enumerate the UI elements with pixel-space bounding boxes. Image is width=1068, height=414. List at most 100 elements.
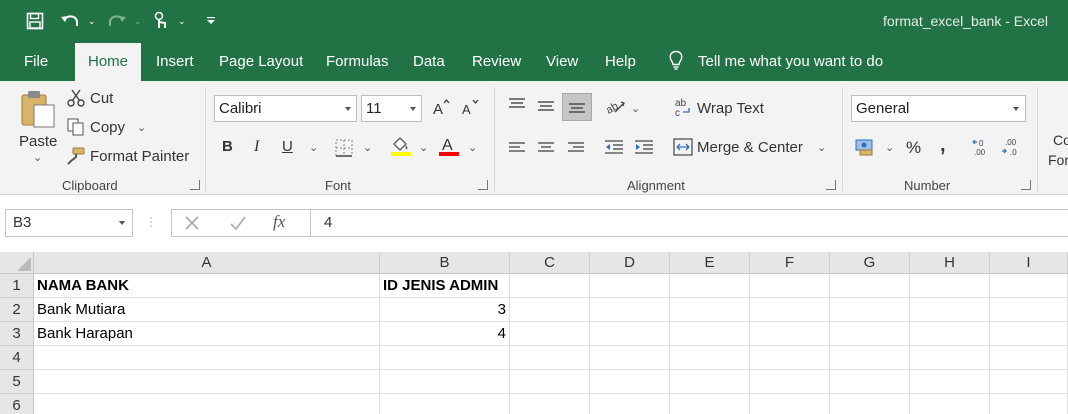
- cell-i2[interactable]: [990, 298, 1068, 322]
- formula-bar-grip-icon[interactable]: · · ·: [149, 211, 153, 231]
- underline-button[interactable]: U: [282, 138, 293, 155]
- cell-h4[interactable]: [910, 346, 990, 370]
- increase-font-size-icon[interactable]: A: [432, 98, 450, 121]
- name-box[interactable]: B3: [5, 209, 133, 237]
- tell-me-box[interactable]: Tell me what you want to do: [668, 42, 883, 81]
- copy-dropdown-icon[interactable]: ⌄: [137, 121, 146, 134]
- undo-dropdown-icon[interactable]: ⌄: [88, 0, 96, 42]
- conditional-formatting-label-partial[interactable]: Co: [1053, 132, 1068, 148]
- cell-a2[interactable]: Bank Mutiara: [34, 298, 380, 322]
- accounting-dropdown-icon[interactable]: ⌄: [885, 141, 894, 154]
- bold-button[interactable]: B: [222, 138, 233, 155]
- cell-c4[interactable]: [510, 346, 590, 370]
- column-header-a[interactable]: A: [34, 252, 380, 274]
- comma-style-button[interactable]: ,: [940, 134, 946, 157]
- number-format-dropdown-icon[interactable]: [1013, 107, 1019, 111]
- name-box-dropdown-icon[interactable]: [119, 221, 125, 225]
- cell-h5[interactable]: [910, 370, 990, 394]
- cell-i6[interactable]: [990, 394, 1068, 414]
- cell-a4[interactable]: [34, 346, 380, 370]
- insert-function-button[interactable]: fx: [273, 212, 285, 232]
- row-header-1[interactable]: 1: [0, 274, 34, 298]
- cell-f2[interactable]: [750, 298, 830, 322]
- cell-c6[interactable]: [510, 394, 590, 414]
- cell-f1[interactable]: [750, 274, 830, 298]
- orientation-dropdown-icon[interactable]: ⌄: [631, 102, 640, 115]
- font-color-icon[interactable]: A: [438, 135, 460, 162]
- cut-button[interactable]: Cut: [90, 90, 113, 107]
- cell-g5[interactable]: [830, 370, 910, 394]
- row-header-6[interactable]: 6: [0, 394, 34, 414]
- cell-i4[interactable]: [990, 346, 1068, 370]
- decrease-font-size-icon[interactable]: A: [461, 98, 479, 121]
- merge-center-button[interactable]: Merge & Center: [697, 139, 803, 156]
- cell-d6[interactable]: [590, 394, 670, 414]
- align-bottom-button[interactable]: [562, 93, 592, 121]
- fill-color-dropdown-icon[interactable]: ⌄: [419, 141, 428, 154]
- paste-icon[interactable]: [20, 89, 56, 134]
- column-header-b[interactable]: B: [380, 252, 510, 274]
- decrease-indent-icon[interactable]: [604, 139, 624, 160]
- cell-c5[interactable]: [510, 370, 590, 394]
- font-launcher-icon[interactable]: [478, 180, 488, 190]
- align-center-icon[interactable]: [537, 141, 555, 160]
- borders-dropdown-icon[interactable]: ⌄: [363, 141, 372, 154]
- row-header-2[interactable]: 2: [0, 298, 34, 322]
- cell-a6[interactable]: [34, 394, 380, 414]
- column-header-d[interactable]: D: [590, 252, 670, 274]
- cell-e5[interactable]: [670, 370, 750, 394]
- cell-d4[interactable]: [590, 346, 670, 370]
- paste-dropdown-icon[interactable]: ⌄: [33, 151, 42, 164]
- cell-e6[interactable]: [670, 394, 750, 414]
- font-size-dropdown-icon[interactable]: [410, 107, 416, 111]
- customize-qat-icon[interactable]: [207, 0, 215, 42]
- column-header-e[interactable]: E: [670, 252, 750, 274]
- cell-g1[interactable]: [830, 274, 910, 298]
- align-top-icon[interactable]: [508, 97, 526, 116]
- font-name-select[interactable]: Calibri: [214, 95, 357, 122]
- cell-f5[interactable]: [750, 370, 830, 394]
- orientation-icon[interactable]: ab: [604, 96, 627, 121]
- undo-icon[interactable]: [60, 0, 80, 42]
- font-size-select[interactable]: 11: [361, 95, 422, 122]
- wrap-text-button[interactable]: Wrap Text: [697, 100, 764, 117]
- cell-e4[interactable]: [670, 346, 750, 370]
- cell-b1[interactable]: ID JENIS ADMIN: [380, 274, 510, 298]
- tab-data[interactable]: Data: [413, 42, 445, 81]
- cell-d1[interactable]: [590, 274, 670, 298]
- touch-mode-icon[interactable]: [153, 0, 169, 42]
- cell-g3[interactable]: [830, 322, 910, 346]
- cell-a3[interactable]: Bank Harapan: [34, 322, 380, 346]
- cell-d3[interactable]: [590, 322, 670, 346]
- tab-file[interactable]: File: [24, 42, 48, 81]
- copy-button[interactable]: Copy: [90, 119, 125, 136]
- cell-f4[interactable]: [750, 346, 830, 370]
- cell-a1[interactable]: NAMA BANK: [34, 274, 380, 298]
- percent-style-button[interactable]: %: [906, 138, 921, 158]
- cell-g6[interactable]: [830, 394, 910, 414]
- select-all-button[interactable]: [0, 252, 34, 274]
- align-middle-icon[interactable]: [537, 99, 555, 118]
- increase-decimal-icon[interactable]: 0.00: [972, 137, 994, 162]
- row-header-5[interactable]: 5: [0, 370, 34, 394]
- enter-icon[interactable]: [230, 216, 246, 235]
- number-launcher-icon[interactable]: [1021, 180, 1031, 190]
- alignment-launcher-icon[interactable]: [826, 180, 836, 190]
- cell-b2[interactable]: 3: [380, 298, 510, 322]
- column-header-f[interactable]: F: [750, 252, 830, 274]
- column-header-i[interactable]: I: [990, 252, 1068, 274]
- tab-page-layout[interactable]: Page Layout: [219, 42, 303, 81]
- column-header-h[interactable]: H: [910, 252, 990, 274]
- cell-d2[interactable]: [590, 298, 670, 322]
- cell-i5[interactable]: [990, 370, 1068, 394]
- column-header-g[interactable]: G: [830, 252, 910, 274]
- clipboard-launcher-icon[interactable]: [190, 180, 200, 190]
- tab-home[interactable]: Home: [75, 43, 142, 81]
- tab-view[interactable]: View: [546, 42, 578, 81]
- font-name-dropdown-icon[interactable]: [345, 107, 351, 111]
- fill-color-icon[interactable]: [390, 135, 412, 162]
- align-left-icon[interactable]: [508, 141, 526, 160]
- tab-review[interactable]: Review: [472, 42, 521, 81]
- format-painter-button[interactable]: Format Painter: [90, 148, 189, 165]
- borders-icon[interactable]: [335, 139, 353, 162]
